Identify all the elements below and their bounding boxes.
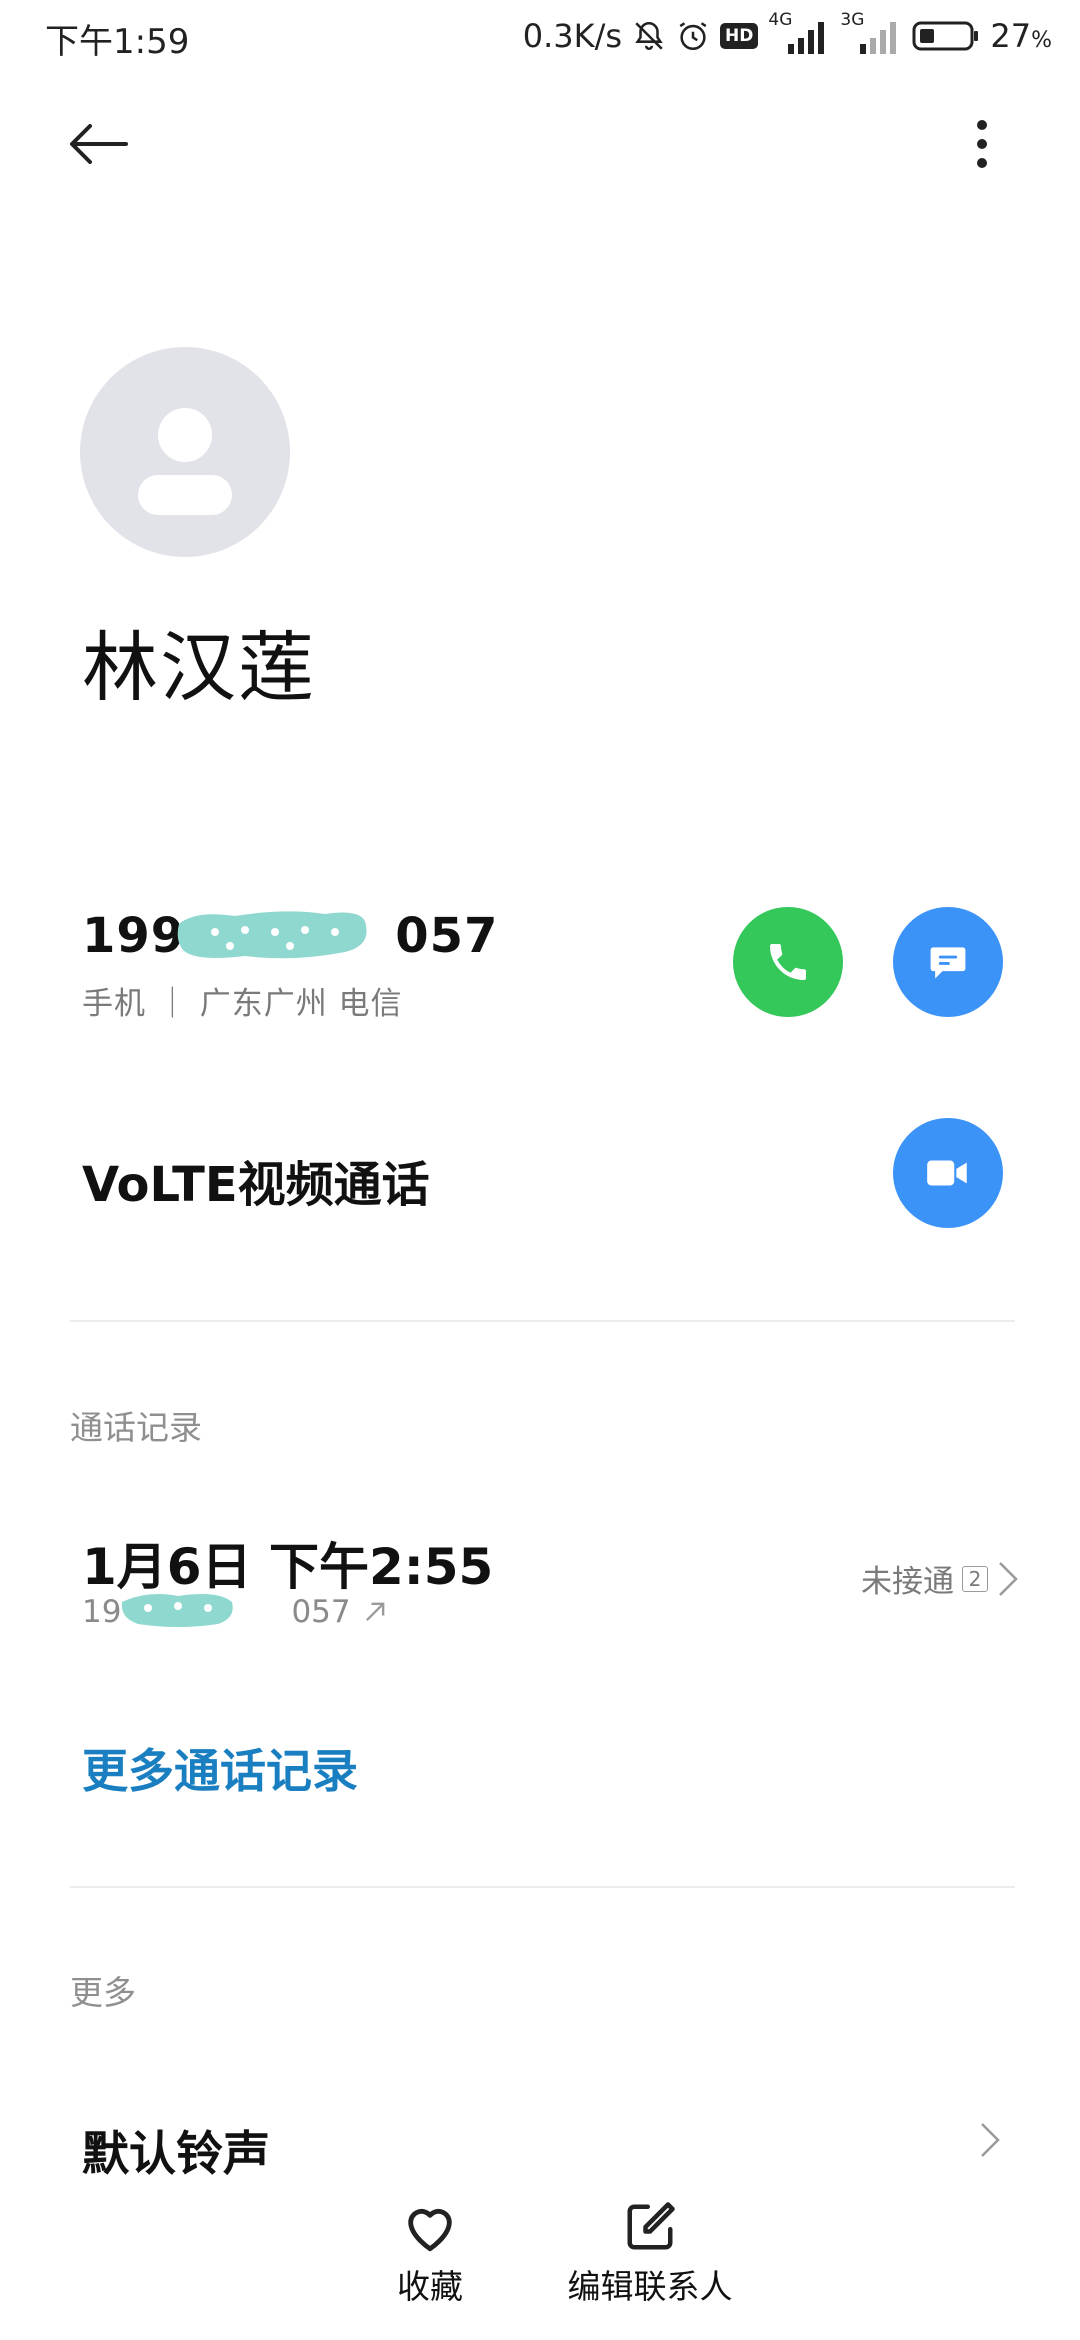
signal-3g-icon: 3G bbox=[840, 10, 902, 56]
edit-icon bbox=[627, 2202, 675, 2250]
edit-contact-label: 编辑联系人 bbox=[567, 2267, 733, 2306]
default-ringtone-label: 默认铃声 bbox=[82, 2127, 270, 2182]
favorite-label: 收藏 bbox=[397, 2267, 463, 2306]
status-time: 下午1:59 bbox=[45, 22, 190, 62]
phone-icon bbox=[770, 944, 806, 980]
call-log-section-title: 通话记录 bbox=[70, 1408, 202, 1447]
heart-icon bbox=[408, 2208, 452, 2252]
mute-bell-icon bbox=[632, 19, 666, 53]
network-speed: 0.3K/s bbox=[522, 17, 623, 55]
battery-percent: 27% bbox=[990, 17, 1052, 55]
chevron-right-icon bbox=[999, 1561, 1018, 1596]
divider bbox=[70, 1320, 1015, 1322]
bottom-action-bar: 收藏 编辑联系人 bbox=[0, 2200, 1080, 2340]
phone-info: 手机 ｜ 广东广州 电信 bbox=[82, 986, 403, 1022]
back-button[interactable] bbox=[60, 106, 136, 182]
avatar bbox=[80, 347, 290, 557]
call-number-suffix: 057 bbox=[291, 1594, 351, 1630]
edit-contact-button[interactable]: 编辑联系人 bbox=[560, 2200, 740, 2308]
person-icon bbox=[138, 408, 232, 515]
phone-suffix: 057 bbox=[395, 908, 499, 964]
message-icon bbox=[930, 947, 966, 979]
contact-name: 林汉莲 bbox=[82, 623, 316, 712]
back-arrow-icon bbox=[70, 124, 128, 164]
alarm-icon bbox=[676, 19, 710, 53]
more-section-title: 更多 bbox=[70, 1973, 136, 2012]
volte-video-call-label[interactable]: VoLTE视频通话 bbox=[82, 1145, 430, 1215]
signal-4g-icon: 4G bbox=[768, 10, 830, 56]
battery-icon bbox=[912, 19, 980, 53]
message-button[interactable] bbox=[893, 907, 1003, 1017]
more-vertical-icon bbox=[977, 120, 987, 168]
phone-prefix: 199 bbox=[82, 908, 186, 964]
redaction-mask bbox=[175, 906, 370, 964]
hd-badge: HD bbox=[720, 23, 759, 49]
call-count-badge: 2 bbox=[962, 1565, 988, 1592]
chevron-right-icon bbox=[978, 2120, 1002, 2164]
outgoing-arrow-icon bbox=[365, 1602, 384, 1621]
call-status-text: 未接通 bbox=[861, 1564, 954, 1600]
more-options-button[interactable] bbox=[950, 106, 1014, 182]
favorite-button[interactable]: 收藏 bbox=[370, 2200, 490, 2308]
status-icons: 0.3K/s HD 4G 3G 27% bbox=[522, 10, 1052, 58]
more-call-logs-link[interactable]: 更多通话记录 bbox=[82, 1735, 358, 1801]
video-call-button[interactable] bbox=[893, 1118, 1003, 1228]
divider bbox=[70, 1886, 1015, 1888]
call-status[interactable]: 未接通 2 bbox=[861, 1556, 1020, 1601]
call-number-prefix: 19 bbox=[82, 1594, 122, 1630]
video-camera-icon bbox=[927, 1160, 967, 1186]
call-button[interactable] bbox=[733, 907, 843, 1017]
redaction-mask bbox=[118, 1588, 236, 1630]
